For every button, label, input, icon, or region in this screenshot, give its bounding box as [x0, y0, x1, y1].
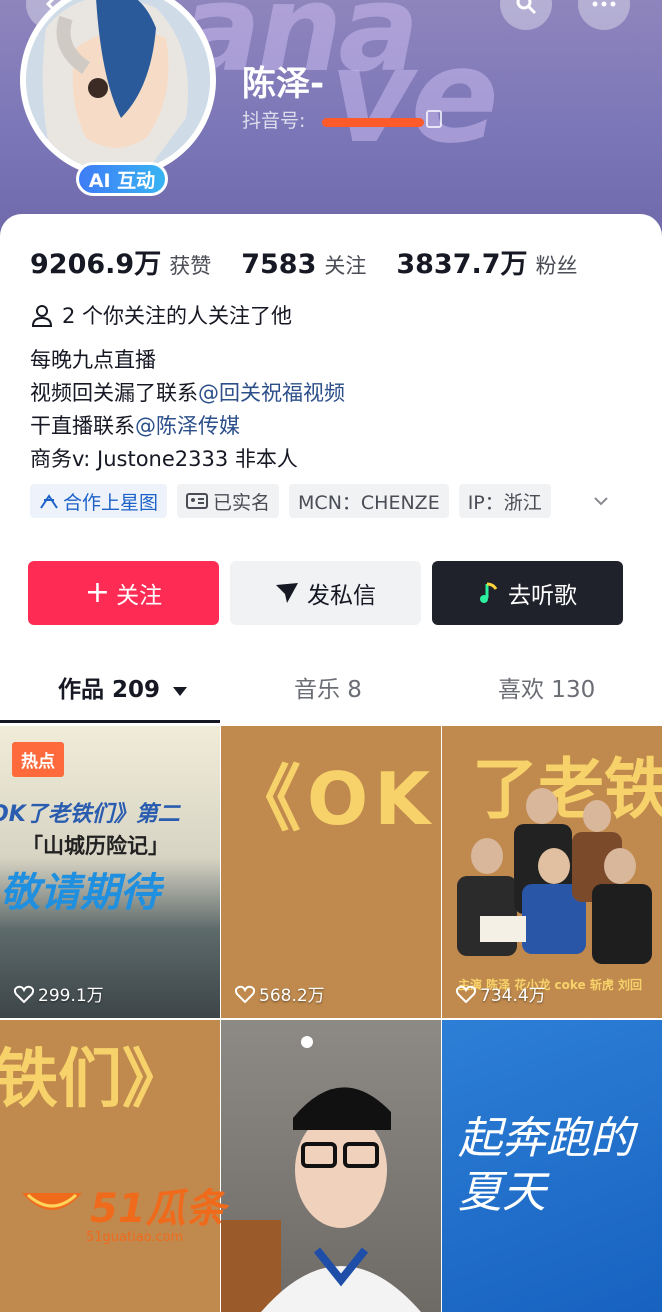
bio-line: 商务v: Justone2333 非本人 [30, 447, 298, 471]
star-map-icon [40, 494, 58, 509]
bio-line: 每晚九点直播 [30, 348, 156, 372]
music-note-icon [480, 582, 498, 603]
video-likes: 734.4万 [456, 981, 546, 1006]
tag-ip[interactable]: IP：浙江 [458, 484, 551, 518]
likes-label: 获赞 [169, 254, 212, 278]
video-big-text: 铁们》 [0, 1043, 186, 1117]
video-headline: 敬请期待 [0, 870, 160, 916]
content-tabs: 作品 209 音乐 8 喜欢 130 [0, 670, 662, 726]
video-title: 起奔跑的夏天 [458, 1113, 634, 1218]
video-card[interactable]: 起奔跑的夏天 [442, 1020, 662, 1312]
chevron-down-icon[interactable] [592, 492, 610, 510]
profile-tags: 合作上星图 已实名 MCN：CHENZE IP：浙江 [30, 484, 551, 518]
video-likes: 299.1万 [14, 981, 104, 1006]
tab-likes[interactable]: 喜欢 130 [498, 670, 595, 704]
avatar-image [26, 0, 210, 172]
message-button[interactable]: 发私信 [230, 561, 421, 625]
video-thumbnail-person [221, 1036, 421, 1312]
profile-name: 陈泽- [242, 64, 325, 104]
video-card[interactable]: 《OK 568.2万 [221, 726, 441, 1018]
followers-label[interactable]: 粉丝 [536, 250, 578, 280]
mutual-followers[interactable]: 2 个你关注的人关注了他 [30, 300, 292, 330]
more-button[interactable] [578, 0, 630, 30]
video-likes: 568.2万 [235, 981, 325, 1006]
ai-interaction-badge[interactable]: AI 互动 [76, 162, 168, 196]
caret-down-icon [173, 687, 188, 696]
person-icon [31, 305, 53, 327]
copy-icon[interactable] [426, 110, 442, 128]
id-card-icon [186, 493, 209, 509]
active-tab-indicator [0, 720, 220, 723]
listen-music-button[interactable]: 去听歌 [432, 561, 623, 625]
video-thumbnail-people [457, 788, 652, 964]
video-subtitle: 「山城历险记」 [22, 834, 169, 858]
video-big-text: 《OK [229, 757, 437, 841]
profile-header: ana ve AI 互动 陈泽- 抖音号: [0, 0, 662, 240]
plus-icon: + [84, 575, 111, 610]
video-card[interactable]: 热点 OK了老铁们》第二 「山城历险记」 敬请期待 299.1万 [0, 726, 220, 1018]
mutual-followers-text: 2 个你关注的人关注了他 [62, 304, 293, 328]
video-card[interactable]: 铁们》 [0, 1020, 220, 1312]
search-icon [516, 0, 537, 15]
video-card[interactable]: 了老铁 主演 陈泽 花小龙 coke 斩虎 刘回 734.4万 [442, 726, 662, 1018]
watermark-brand: 51瓜条 [90, 1186, 226, 1232]
site-watermark: 51瓜条 51guatiao.com [20, 1176, 226, 1245]
profile-actions: + 关注 发私信 去听歌 [28, 561, 623, 625]
likes-count: 9206.9万 [30, 249, 162, 280]
tag-verified[interactable]: 已实名 [177, 484, 280, 518]
following-label[interactable]: 关注 [324, 250, 366, 280]
heart-icon [235, 985, 255, 1003]
profile-stats: 9206.9万 获赞 7583 关注 3837.7万 粉丝 [30, 242, 578, 281]
video-title: OK了老铁们》第二 [0, 802, 180, 827]
followers-count[interactable]: 3837.7万 [396, 242, 527, 281]
avatar[interactable] [20, 0, 216, 178]
more-icon [592, 1, 616, 7]
mention-link[interactable]: @陈泽传媒 [135, 414, 240, 438]
douyin-id-label: 抖音号: [242, 110, 306, 132]
heart-icon [14, 985, 34, 1003]
search-button[interactable] [500, 0, 552, 30]
tag-star-map[interactable]: 合作上星图 [30, 484, 168, 518]
video-card[interactable] [221, 1020, 441, 1312]
tab-music[interactable]: 音乐 8 [294, 670, 362, 704]
tag-mcn[interactable]: MCN：CHENZE [289, 484, 449, 518]
redaction-mark [322, 118, 424, 127]
hot-badge: 热点 [12, 742, 64, 777]
following-count[interactable]: 7583 [241, 249, 316, 280]
tab-works[interactable]: 作品 209 [58, 670, 188, 704]
heart-icon [456, 985, 476, 1003]
send-icon [276, 583, 298, 603]
header-background-art: ve [330, 20, 499, 172]
bio-line: 干直播联系@陈泽传媒 [30, 414, 240, 438]
profile-bio: 每晚九点直播 视频回关漏了联系@回关祝福视频 干直播联系@陈泽传媒 商务v: J… [30, 344, 345, 476]
bio-line: 视频回关漏了联系@回关祝福视频 [30, 381, 345, 405]
mention-link[interactable]: @回关祝福视频 [198, 381, 345, 405]
follow-button[interactable]: + 关注 [28, 561, 219, 625]
watermelon-logo-icon [22, 1193, 82, 1210]
